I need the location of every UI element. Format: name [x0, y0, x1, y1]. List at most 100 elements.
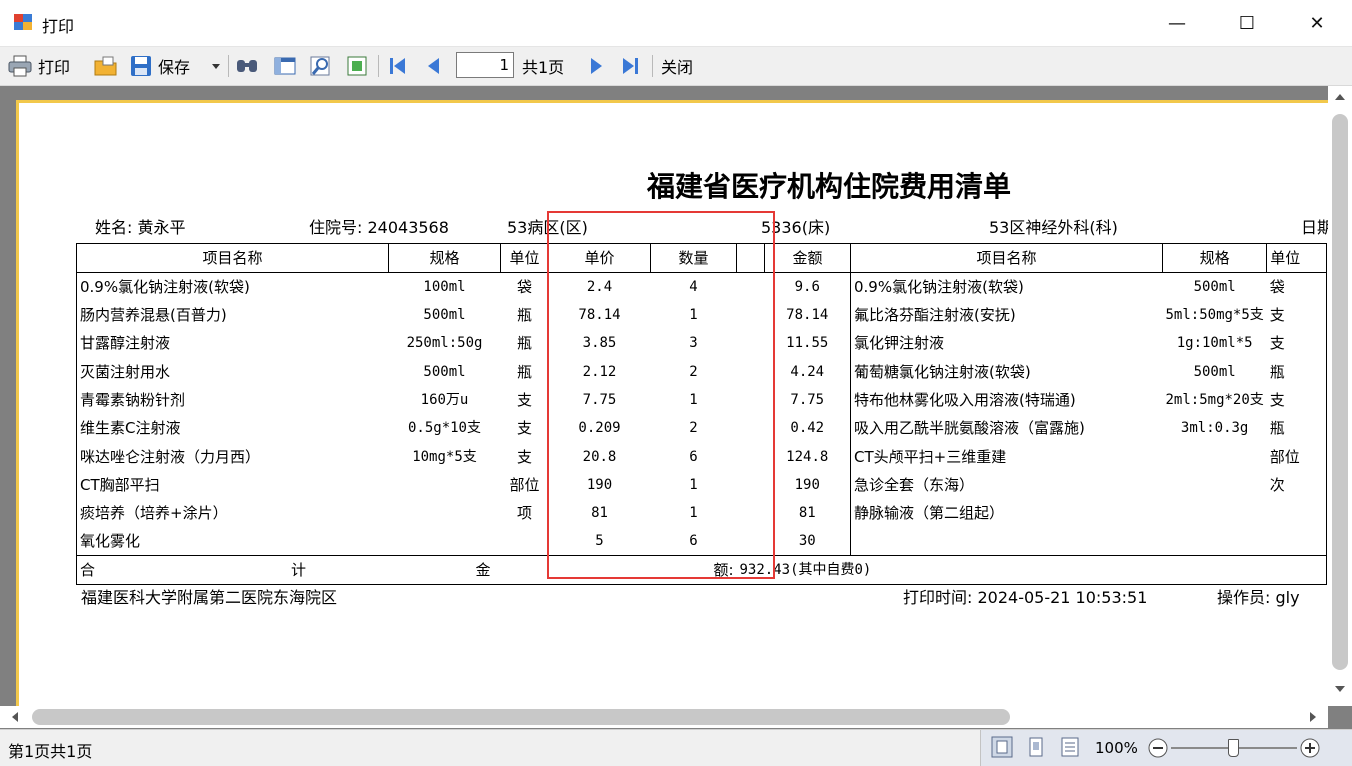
print-time: 打印时间: 2024-05-21 10:53:51 — [903, 588, 1148, 607]
item-name-right: 急诊全套（东海） — [850, 470, 1163, 500]
find-button[interactable] — [235, 47, 259, 85]
close-preview-button[interactable]: 关闭 — [661, 47, 693, 85]
scroll-right-icon[interactable] — [1308, 711, 1318, 723]
table-row: 青霉素钠粉针剂 160万u 支 7.75 1 7.75 特布他林雾化吸入用溶液(特瑞通) 2m… — [76, 385, 1328, 415]
column-header: 单价 — [548, 243, 651, 273]
item-price: 81 — [591, 505, 608, 522]
vertical-scroll-thumb[interactable] — [1332, 114, 1348, 670]
item-qty: 2 — [689, 363, 698, 380]
close-window-button[interactable]: ✕ — [1282, 0, 1352, 46]
department-label: 53区神经外科(科) — [989, 218, 1118, 237]
item-price: 2.12 — [582, 363, 617, 380]
zoom-in-icon[interactable] — [1299, 737, 1321, 759]
item-spec: 10mg*5支 — [412, 448, 477, 465]
page-setup-button[interactable] — [345, 47, 369, 85]
multi-page-view-icon[interactable] — [1059, 736, 1081, 758]
last-page-button[interactable] — [619, 47, 641, 85]
item-spec-right: 5ml:50mg*5支 — [1165, 307, 1264, 324]
column-header: 单位 — [1266, 243, 1328, 273]
item-name: CT胸部平扫 — [76, 470, 389, 500]
two-page-view-icon[interactable] — [1025, 736, 1047, 758]
zoom-button[interactable] — [309, 47, 333, 85]
item-unit: 部位 — [509, 475, 540, 494]
table-row: 0.9%氯化钠注射液(软袋) 100ml 袋 2.4 4 9.6 0.9%氯化钠注射液(软袋… — [76, 272, 1328, 301]
save-dropdown[interactable] — [210, 47, 222, 85]
operator: 操作员: gly — [1217, 588, 1300, 607]
item-unit-right: 次 — [1266, 470, 1328, 500]
table-row: 维生素C注射液 0.5g*10支 支 0.209 2 0.42 吸入用乙酰半胱氨酸溶液（富露… — [76, 414, 1328, 443]
fee-table: 项目名称 规格 单位 单价 数量 金额 项目名称 规格 单位 0.9%氯化钠注射… — [76, 243, 1328, 586]
item-amount: 124.8 — [786, 448, 829, 465]
item-amount: 81 — [798, 505, 816, 522]
maximize-button[interactable]: ☐ — [1212, 0, 1282, 46]
open-folder-icon — [94, 56, 117, 76]
table-row: 肠内营养混悬(百普力) 500ml 瓶 78.14 1 78.14 氟比洛芬酯注射液(安抚)… — [76, 301, 1328, 330]
total-label: 计 — [291, 561, 307, 580]
item-name: 痰培养（培养+涂片） — [76, 499, 389, 528]
find-icon — [237, 60, 257, 72]
item-qty: 6 — [689, 448, 698, 465]
item-price: 0.209 — [578, 420, 621, 437]
next-page-button[interactable] — [585, 47, 607, 85]
app-icon — [14, 14, 32, 30]
item-name-right: CT头颅平扫+三维重建 — [850, 442, 1163, 471]
item-price: 5 — [595, 533, 604, 550]
zoom-out-icon[interactable] — [1147, 737, 1169, 759]
item-name-right: 静脉输液（第二组起） — [850, 499, 1163, 528]
separator — [652, 55, 653, 77]
table-row: 氧化雾化 5 6 30 — [76, 527, 1328, 556]
toolbar: 打印 保存 共1页 关闭 — [0, 47, 1352, 86]
save-button[interactable]: 保存 — [130, 47, 190, 85]
item-unit-right: 瓶 — [1266, 357, 1328, 386]
column-header: 项目名称 — [76, 243, 389, 273]
item-name-right: 葡萄糖氯化钠注射液(软袋) — [850, 357, 1163, 386]
zoom-controls: 100% — [980, 730, 1352, 766]
item-qty: 6 — [689, 533, 698, 550]
single-page-view-icon[interactable] — [991, 736, 1013, 758]
item-spec — [389, 527, 501, 556]
total-label: 金 — [475, 561, 491, 580]
item-spec-right: 2ml:5mg*20支 — [1165, 392, 1264, 409]
item-unit: 瓶 — [516, 362, 532, 381]
total-label: 额: — [650, 555, 737, 586]
item-unit: 支 — [516, 447, 532, 466]
item-amount: 9.6 — [794, 279, 820, 295]
horizontal-scrollbar[interactable] — [0, 706, 1328, 728]
scroll-left-icon[interactable] — [10, 711, 20, 723]
open-button[interactable] — [94, 47, 118, 85]
item-name-right: 氯化钾注射液 — [850, 329, 1163, 358]
item-unit: 项 — [516, 504, 532, 523]
dropdown-arrow-icon — [212, 64, 220, 69]
page-info: 第1页共1页 — [8, 742, 93, 761]
thumbnail-button[interactable] — [273, 47, 297, 85]
vertical-scrollbar[interactable] — [1328, 86, 1352, 706]
page-number-input[interactable]: 1 — [456, 52, 514, 78]
item-price: 78.14 — [578, 307, 621, 324]
item-name: 灭菌注射用水 — [76, 357, 389, 386]
item-name-right: 吸入用乙酰半胱氨酸溶液（富露施) — [850, 414, 1163, 443]
print-button[interactable]: 打印 — [8, 47, 70, 85]
item-spec: 500ml — [423, 363, 466, 380]
item-unit-right: 袋 — [1266, 272, 1328, 301]
window-title: 打印 — [42, 17, 75, 36]
horizontal-scroll-thumb[interactable] — [32, 709, 1010, 725]
minimize-button[interactable]: — — [1142, 0, 1212, 46]
item-unit-right: 支 — [1266, 385, 1328, 415]
column-header: 项目名称 — [850, 243, 1163, 273]
item-spec: 0.5g*10支 — [407, 420, 481, 437]
item-amount: 30 — [798, 533, 816, 550]
item-qty: 1 — [689, 476, 698, 493]
item-amount: 11.55 — [786, 335, 829, 352]
scroll-up-icon[interactable] — [1334, 92, 1346, 102]
zoom-slider-thumb[interactable] — [1228, 739, 1239, 757]
item-price: 190 — [586, 476, 613, 493]
item-spec-right: 1g:10ml*5 — [1176, 335, 1253, 352]
prev-page-button[interactable] — [423, 47, 445, 85]
table-row: 灭菌注射用水 500ml 瓶 2.12 2 4.24 葡萄糖氯化钠注射液(软袋) 500ml 瓶 — [76, 357, 1328, 386]
item-amount: 78.14 — [786, 307, 829, 324]
close-icon: ✕ — [1309, 12, 1325, 34]
scroll-down-icon[interactable] — [1334, 684, 1346, 694]
total-row: 合 计 金 额: 932.43(其中自费0) — [76, 555, 1328, 586]
report-page: 福建省医疗机构住院费用清单 姓名: 黄永平 住院号: 24043568 53病区… — [16, 100, 1331, 706]
first-page-button[interactable] — [387, 47, 409, 85]
